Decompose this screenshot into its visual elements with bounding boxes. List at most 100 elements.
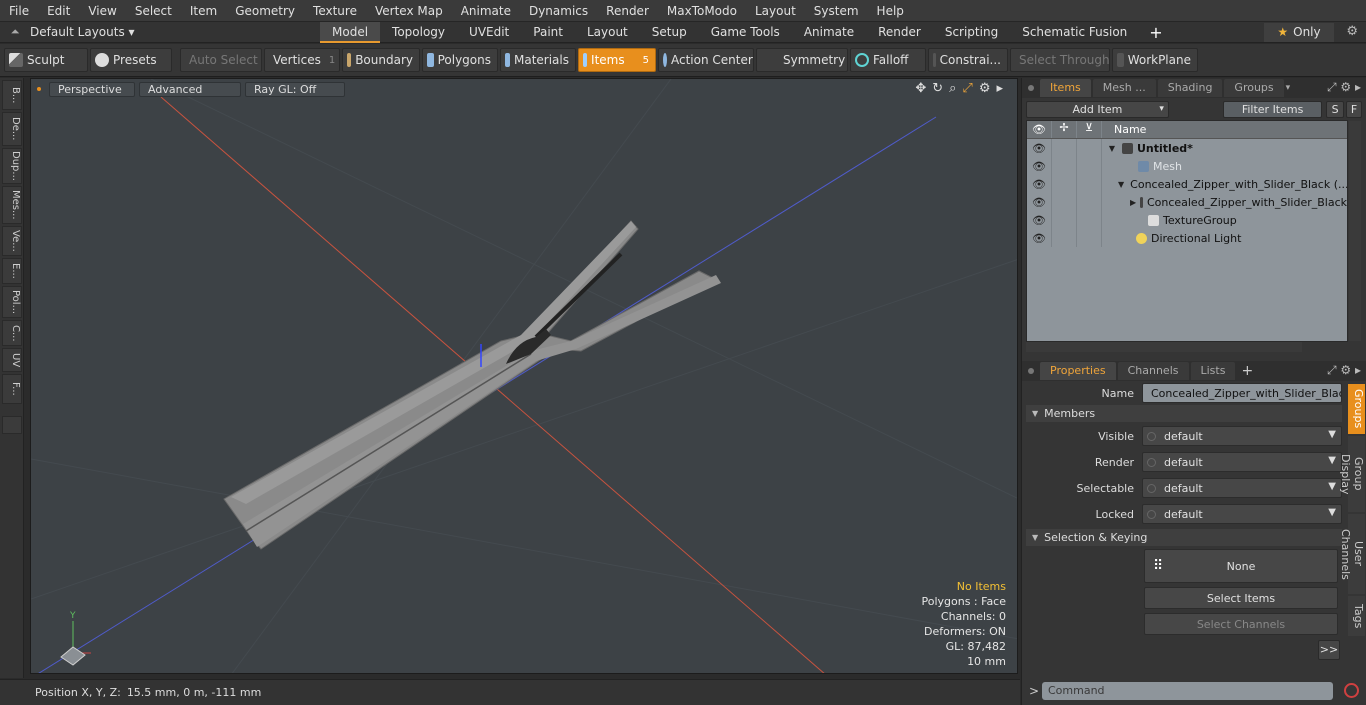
locked-dropdown[interactable]: default ▼ (1142, 504, 1342, 524)
panel-menu-dot-icon[interactable] (1028, 368, 1034, 374)
fit-view-icon[interactable]: ⤢ (962, 81, 972, 96)
add-item-dropdown-icon[interactable]: ▾ (1159, 102, 1164, 117)
left-tab-edge[interactable]: E... (2, 258, 22, 284)
viewport-settings-icon[interactable]: ⚙ (979, 81, 991, 96)
collapse-arrow-icon[interactable]: ▶ (1130, 198, 1136, 207)
sculpt-button[interactable]: Sculpt (4, 48, 88, 72)
menu-view[interactable]: View (79, 0, 125, 22)
symmetry-button[interactable]: Symmetry (756, 48, 848, 72)
menu-system[interactable]: System (805, 0, 868, 22)
left-tab-uv[interactable]: UV (2, 348, 22, 372)
vertices-button[interactable]: Vertices 1 (264, 48, 340, 72)
presets-button[interactable]: Presets (90, 48, 172, 72)
menu-geometry[interactable]: Geometry (226, 0, 304, 22)
left-tab-basic[interactable]: B... (2, 80, 22, 110)
left-tab-vertex[interactable]: Ve... (2, 226, 22, 256)
filter-f-button[interactable]: F (1346, 100, 1362, 118)
items-button[interactable]: Items 5 (578, 48, 656, 72)
workplane-button[interactable]: WorkPlane (1112, 48, 1198, 72)
menu-dynamics[interactable]: Dynamics (520, 0, 597, 22)
item-row-group[interactable]: 👁 ▼ Concealed_Zipper_with_Slider_Black (.… (1027, 175, 1347, 193)
item-row-mesh-item[interactable]: 👁 ▶ Concealed_Zipper_with_Slider_Black (1027, 193, 1347, 211)
side-tab-groups[interactable]: Groups (1348, 384, 1365, 434)
panel-settings-icon[interactable]: ⤢ ⚙ ▸ (1327, 80, 1361, 95)
menu-file[interactable]: File (0, 0, 38, 22)
add-tab-icon[interactable]: + (1241, 363, 1253, 379)
layout-collapse-icon[interactable]: ⏶ (0, 25, 30, 39)
select-items-button[interactable]: Select Items (1144, 587, 1338, 609)
left-tab-deform[interactable]: De... (2, 112, 22, 146)
item-row-light[interactable]: 👁 Directional Light (1027, 229, 1347, 247)
boundary-button[interactable]: Boundary (342, 48, 420, 72)
lock-column-icon[interactable]: ✢ (1051, 121, 1076, 138)
only-toggle[interactable]: ★ Only (1264, 23, 1334, 42)
side-tab-tags[interactable]: Tags (1348, 596, 1365, 636)
menu-animate[interactable]: Animate (452, 0, 520, 22)
tab-layout[interactable]: Layout (575, 22, 640, 43)
left-tab-fusion[interactable]: F... (2, 374, 22, 404)
left-tab-duplicate[interactable]: Dup... (2, 148, 22, 184)
menu-edit[interactable]: Edit (38, 0, 79, 22)
visibility-eye-icon[interactable]: 👁 (1027, 160, 1051, 173)
tab-channels[interactable]: Channels (1117, 362, 1189, 380)
view-type-button[interactable]: Perspective (49, 81, 135, 97)
tab-topology[interactable]: Topology (380, 22, 457, 43)
pan-icon[interactable]: ✥ (915, 81, 926, 96)
name-field[interactable]: Concealed_Zipper_with_Slider_Black ( (1142, 383, 1342, 403)
raygl-button[interactable]: Ray GL: Off (245, 81, 345, 97)
shading-mode-button[interactable]: Advanced (139, 81, 241, 97)
select-through-button[interactable]: Select Through (1010, 48, 1110, 72)
constraints-button[interactable]: Constrai... (928, 48, 1008, 72)
panel-settings-icon[interactable]: ⤢ ⚙ ▸ (1327, 363, 1361, 378)
materials-button[interactable]: Materials (500, 48, 576, 72)
falloff-button[interactable]: Falloff (850, 48, 926, 72)
tab-shading[interactable]: Shading (1157, 79, 1223, 97)
menu-item[interactable]: Item (181, 0, 226, 22)
tab-properties[interactable]: Properties (1040, 362, 1116, 380)
menu-texture[interactable]: Texture (304, 0, 366, 22)
viewport-menu-dot-icon[interactable] (37, 87, 41, 91)
selection-keying-section[interactable]: ▼ Selection & Keying (1026, 529, 1342, 546)
add-tab-icon[interactable]: + (1139, 23, 1172, 42)
selectable-dropdown[interactable]: default ▼ (1142, 478, 1342, 498)
3d-viewport[interactable]: Perspective Advanced Ray GL: Off ✥ ↻ ⌕ ⤢… (30, 78, 1018, 674)
tab-setup[interactable]: Setup (640, 22, 699, 43)
filter-s-button[interactable]: S (1326, 100, 1345, 118)
members-section[interactable]: ▼ Members (1026, 405, 1342, 422)
left-tab-mesh-edit[interactable]: Mes... (2, 186, 22, 224)
tab-uvedit[interactable]: UVEdit (457, 22, 521, 43)
gear-icon[interactable]: ⚙ (1346, 24, 1358, 39)
item-list-hscrollbar[interactable] (1026, 342, 1302, 352)
tab-mesh[interactable]: Mesh ... (1092, 79, 1156, 97)
panel-menu-dot-icon[interactable] (1028, 85, 1034, 91)
side-tab-user-channels[interactable]: User Channels (1339, 514, 1365, 594)
visibility-eye-icon[interactable]: 👁 (1027, 214, 1051, 227)
tab-scripting[interactable]: Scripting (933, 22, 1010, 43)
menu-layout[interactable]: Layout (746, 0, 805, 22)
record-icon[interactable] (1344, 683, 1359, 698)
item-list-scrollbar[interactable] (1349, 121, 1361, 341)
menu-select[interactable]: Select (126, 0, 181, 22)
expand-arrow-icon[interactable]: ▼ (1106, 144, 1118, 153)
more-button[interactable]: >> (1318, 640, 1340, 660)
menu-maxtomodo[interactable]: MaxToModo (658, 0, 746, 22)
rotate-icon[interactable]: ↻ (932, 81, 943, 96)
tab-groups[interactable]: Groups (1224, 79, 1284, 97)
tab-items[interactable]: Items (1040, 79, 1091, 97)
none-button[interactable]: ⠿ None (1144, 549, 1338, 583)
render-dropdown[interactable]: default ▼ (1142, 452, 1342, 472)
menu-render[interactable]: Render (597, 0, 658, 22)
select-channels-button[interactable]: Select Channels (1144, 613, 1338, 635)
item-row-scene[interactable]: 👁 ▼ Untitled* (1027, 139, 1347, 157)
type-column-icon[interactable]: ⊻ (1076, 121, 1101, 138)
tab-paint[interactable]: Paint (521, 22, 575, 43)
tab-animate[interactable]: Animate (792, 22, 866, 43)
left-tab-polygon[interactable]: Pol... (2, 286, 22, 318)
visibility-eye-icon[interactable]: 👁 (1027, 142, 1051, 155)
visibility-column-icon[interactable]: 👁 (1027, 123, 1051, 136)
expand-arrow-icon[interactable]: ▼ (1118, 180, 1124, 189)
zoom-icon[interactable]: ⌕ (949, 81, 956, 96)
filter-items-input[interactable]: Filter Items (1222, 100, 1323, 118)
viewport-expand-icon[interactable]: ▸ (996, 81, 1003, 96)
polygons-button[interactable]: Polygons (422, 48, 498, 72)
